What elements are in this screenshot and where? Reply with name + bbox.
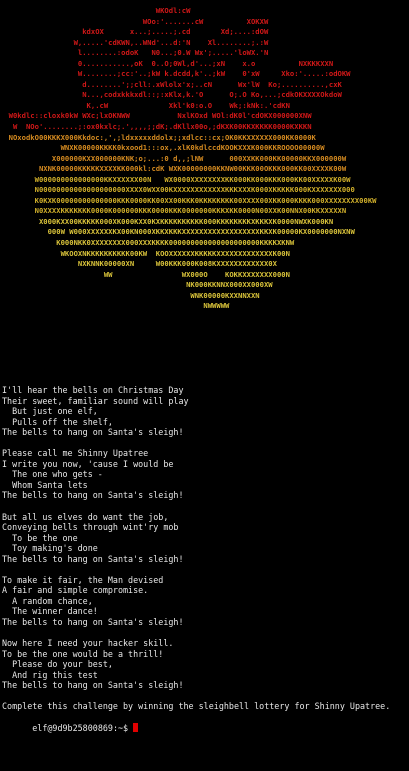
shell-prompt-line[interactable]: elf@9d9b25800869:~$	[2, 712, 407, 733]
output-line: A random chance,	[2, 595, 93, 606]
output-line: Now here I need your hacker skill.	[2, 638, 174, 649]
output-line: Conveying bells through wint'ry mob	[2, 522, 179, 533]
ascii-art-line: N...,codxkkkxdl::;:xKlx,k.'O O;.O Ko,...…	[0, 90, 373, 100]
output-line: Their sweet, familiar sound will play	[2, 395, 189, 406]
output-line: But all us elves do want the job,	[2, 511, 169, 522]
terminal-window[interactable]: WKOdl:cW WOo:'.......cW XOKXW kdxOX x...…	[0, 0, 409, 771]
output-line: But just one elf,	[2, 406, 98, 417]
output-line: Please call me Shinny Upatree	[2, 448, 149, 459]
ascii-art-line: WNK00000KXXNNXXN	[0, 290, 373, 300]
output-line: The bells to hang on Santa's sleigh!	[2, 490, 184, 501]
ascii-art-line: W,.....'cdKWN,..WNd'...d:'N Xl........;.…	[0, 37, 373, 47]
output-line: To be the one would be a thrill!	[2, 648, 164, 659]
ascii-art-line: NK000KKNNX000XX000XW	[0, 280, 373, 290]
ascii-art-line: l........:odoK N0...;0.W Wx';.....'loWX.…	[0, 48, 368, 58]
output-line: Pulls off the shelf,	[2, 416, 113, 427]
ascii-art-line: 0...........,oK 0..O;0Wl,d'...;xN x.o NX…	[0, 58, 377, 68]
output-line: The one who gets -	[2, 469, 103, 480]
shell-prompt: elf@9d9b25800869:~$	[32, 722, 134, 733]
output-line: The bells to hang on Santa's sleigh!	[2, 427, 184, 438]
output-line: Whom Santa lets	[2, 479, 88, 490]
ascii-art-line: K000NKK0XXXXXXXX000XXXKKKK00000000000000…	[0, 238, 373, 248]
ascii-art-line: d........';;cll:.xWlolx'x;..cN Wx'lW Ko;…	[0, 79, 373, 89]
ascii-art-line: X000KXX00KKKKK000XK000KXX0KXKKKKKKKKKK00…	[0, 216, 373, 226]
output-line: Please do your best,	[2, 659, 113, 670]
ascii-art-line: K0KXK00000000000000KKK0000KK00XX00KKK0KK…	[0, 195, 381, 205]
ascii-art-line: NXNK00000KKKKKXXXXKK000kl:cdK WXK0000000…	[0, 164, 386, 174]
ascii-art-line: W........;cc:'..;kW k.dcdd,k'..;kW 0'xW …	[0, 69, 377, 79]
output-line: The bells to hang on Santa's sleigh!	[2, 680, 184, 691]
ascii-art-line: N00000000000000000000XXXX0WXX00KXXXXXXXX…	[0, 185, 386, 195]
ascii-art-line: WOo:'.......cW XOKXW	[0, 16, 373, 26]
poem-text: I'll hear the bells on Christmas Day Thei…	[2, 385, 407, 712]
output-line: To be the one	[2, 532, 78, 543]
output-line: To make it fair, the Man devised	[2, 574, 164, 585]
output-line: I write you now, 'cause I would be	[2, 458, 174, 469]
ascii-art-line: NXKNNK00000XN W00KKK000K008KXXXXXXXXXXXX…	[0, 259, 373, 269]
ascii-art-line: W NOo'........;:ox0kxlc;.',,,,;;dK;.dKll…	[0, 122, 368, 132]
output-line: The bells to hang on Santa's sleigh!	[2, 617, 184, 628]
text-cursor[interactable]	[133, 722, 139, 732]
ascii-art-line: X000000KXX000000KNK;o;...:0 d,,;lNW 000X…	[0, 153, 381, 163]
ascii-art-line: WKOOXNKKKKKKKKKK00KW KOOXXXXXXKKKKKXXXXX…	[0, 248, 373, 258]
ascii-art-line: N0XXXXKKKKKKK0000K000000KKK0000KKK000000…	[0, 206, 381, 216]
ascii-art-line: WNXK00000KKKK0kxood1:::ox,.xlK0kdlccdKOO…	[0, 143, 390, 153]
ascii-art-line: WKOdl:cW	[0, 6, 373, 15]
output-line: Complete this challenge by winning the s…	[2, 701, 391, 712]
output-line: A fair and simple compromise.	[2, 585, 149, 596]
ascii-art-line: 000W W000XXXXXXKX00KN000XKKXKKKXXXXXXXXX…	[0, 227, 381, 237]
ascii-art-bell: WKOdl:cW WOo:'.......cW XOKXW kdxOX x...…	[0, 6, 409, 376]
ascii-art-line: WW WX000O KOKKXXXXXXX000N	[0, 269, 377, 279]
ascii-art-line: W0kdlc::cloxk0kW WXc;lxOKNWW NxlKOxd WOl…	[0, 111, 368, 121]
terminal-output: I'll hear the bells on Christmas Day Thei…	[2, 385, 407, 733]
ascii-art-line: kdxOX x...;.....;.cd Xd;....:dOW	[0, 27, 377, 37]
output-line: And rig this test	[2, 669, 98, 680]
ascii-art-line: W000000000000000KKXXXXXX00N WX0000XXXXXX…	[0, 174, 386, 184]
ascii-art-line: NOxodkO00KKKX000Kkdoc:,',;ldxxxxxddolx;;…	[0, 132, 381, 142]
output-line: Toy making's done	[2, 543, 98, 554]
ascii-art-line: NWWWWW	[0, 301, 373, 311]
ascii-art-line: K,.cW Xkl'k0:o.O Wk;:kNk:.'cdKN	[0, 100, 373, 110]
output-line: The winner dance!	[2, 606, 98, 617]
output-line: The bells to hang on Santa's sleigh!	[2, 553, 184, 564]
output-line: I'll hear the bells on Christmas Day	[2, 385, 184, 395]
